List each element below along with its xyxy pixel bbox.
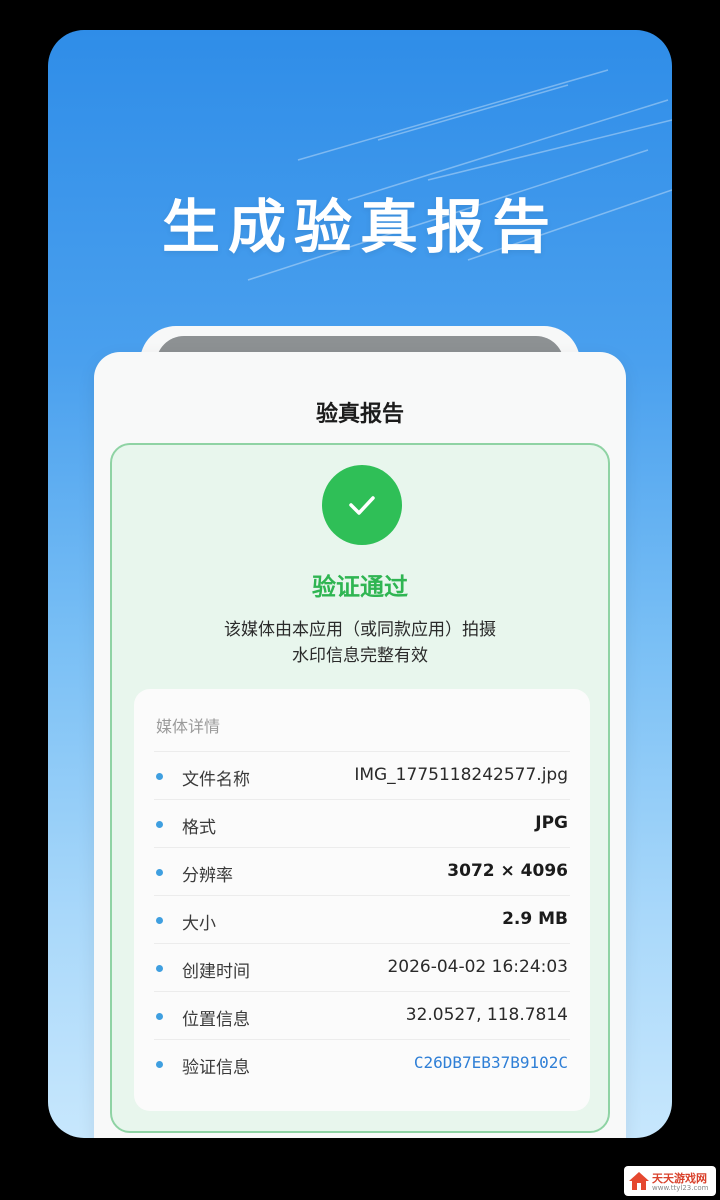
bullet-icon bbox=[156, 917, 163, 924]
divider bbox=[154, 1039, 570, 1040]
detail-value: JPG bbox=[535, 813, 568, 833]
detail-label: 创建时间 bbox=[182, 962, 250, 982]
bullet-icon bbox=[156, 1061, 163, 1068]
detail-label: 大小 bbox=[182, 914, 216, 934]
divider bbox=[154, 895, 570, 896]
verification-description: 该媒体由本应用（或同款应用）拍摄 bbox=[224, 620, 496, 640]
detail-row-location: 位置信息 32.0527, 118.7814 bbox=[134, 991, 590, 1039]
verification-description-2: 水印信息完整有效 bbox=[292, 646, 428, 666]
detail-row-format: 格式 JPG bbox=[134, 799, 590, 847]
bullet-icon bbox=[156, 869, 163, 876]
bullet-icon bbox=[156, 773, 163, 780]
divider bbox=[154, 943, 570, 944]
divider bbox=[154, 991, 570, 992]
promo-frame: 生成验真报告 验真报告 验证通过 该媒体由本应用（或同款应用）拍摄 水印信息完整… bbox=[48, 30, 672, 1138]
verification-panel: 验证通过 该媒体由本应用（或同款应用）拍摄 水印信息完整有效 媒体详情 文件名称… bbox=[110, 443, 610, 1133]
media-details: 媒体详情 文件名称 IMG_1775118242577.jpg 格式 JPG 分… bbox=[134, 689, 590, 1111]
divider bbox=[154, 751, 570, 752]
detail-label: 验证信息 bbox=[182, 1058, 250, 1078]
detail-row-verification: 验证信息 C26DB7EB37B9102C bbox=[134, 1039, 590, 1087]
bullet-icon bbox=[156, 965, 163, 972]
detail-row-resolution: 分辨率 3072 × 4096 bbox=[134, 847, 590, 895]
detail-value: 2.9 MB bbox=[502, 909, 568, 929]
detail-value: 2026-04-02 16:24:03 bbox=[387, 957, 568, 977]
detail-label: 位置信息 bbox=[182, 1010, 250, 1030]
detail-value: 3072 × 4096 bbox=[447, 861, 568, 881]
watermark-url: www.ttyl23.com bbox=[652, 1184, 709, 1192]
detail-value: 32.0527, 118.7814 bbox=[405, 1005, 568, 1025]
check-icon bbox=[322, 465, 402, 545]
house-logo-icon bbox=[629, 1172, 649, 1190]
bullet-icon bbox=[156, 1013, 163, 1020]
detail-row-size: 大小 2.9 MB bbox=[134, 895, 590, 943]
bullet-icon bbox=[156, 821, 163, 828]
report-title: 验真报告 bbox=[315, 402, 404, 427]
detail-label: 分辨率 bbox=[182, 866, 233, 886]
verification-code-link[interactable]: C26DB7EB37B9102C bbox=[414, 1053, 568, 1072]
verification-status: 验证通过 bbox=[312, 573, 408, 601]
detail-label: 文件名称 bbox=[182, 770, 250, 790]
hero-title: 生成验真报告 bbox=[161, 193, 558, 261]
detail-row-created: 创建时间 2026-04-02 16:24:03 bbox=[134, 943, 590, 991]
detail-label: 格式 bbox=[182, 818, 216, 838]
divider bbox=[154, 799, 570, 800]
detail-value: IMG_1775118242577.jpg bbox=[354, 765, 568, 785]
media-details-heading: 媒体详情 bbox=[156, 717, 221, 736]
report-card: 验真报告 验证通过 该媒体由本应用（或同款应用）拍摄 水印信息完整有效 媒体详情… bbox=[94, 352, 626, 1138]
divider bbox=[154, 847, 570, 848]
site-watermark: 天天游戏网 www.ttyl23.com bbox=[624, 1166, 716, 1196]
detail-row-filename: 文件名称 IMG_1775118242577.jpg bbox=[134, 751, 590, 799]
